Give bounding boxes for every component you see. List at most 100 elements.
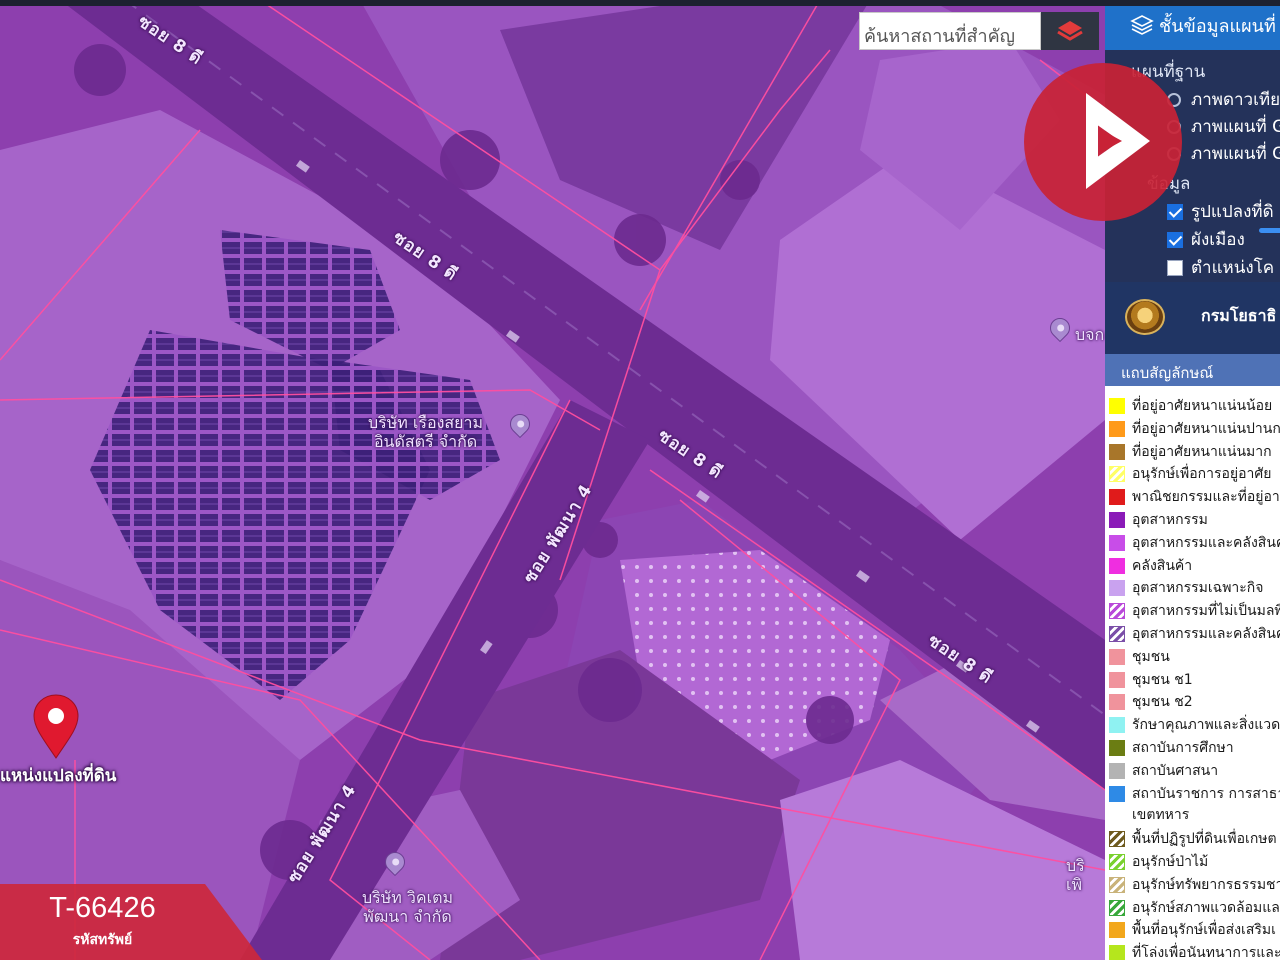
legend-swatch-icon	[1109, 762, 1125, 779]
layer-toggle[interactable]: ผังเมือง	[1167, 226, 1245, 253]
place-label[interactable]: บจก	[1075, 325, 1104, 344]
layer-toggle[interactable]: รูปแปลงที่ดิ	[1167, 198, 1274, 225]
legend-swatch-icon	[1109, 899, 1125, 916]
panel-header[interactable]: ชั้นข้อมูลแผนที่	[1105, 0, 1280, 50]
checkbox-icon[interactable]	[1167, 259, 1183, 276]
panel-title: ชั้นข้อมูลแผนที่	[1159, 15, 1276, 37]
legend-item: คลังสินค้า	[1109, 555, 1192, 577]
legend-item: อุตสาหกรรมและคลังสินค	[1109, 532, 1280, 554]
map-imagery	[0, 0, 1105, 960]
legend-label: อุตสาหกรรมเฉพาะกิจ	[1132, 580, 1264, 597]
legend-label: ที่อยู่อาศัยหนาแน่นมาก	[1132, 443, 1272, 460]
legend-label: อุตสาหกรรม	[1132, 512, 1208, 528]
legend-swatch-icon	[1109, 603, 1125, 620]
place-label[interactable]: บริ เพิ	[1066, 856, 1085, 894]
legend-item: อุตสาหกรรม	[1109, 509, 1208, 531]
legend-item: ชุมชน	[1109, 646, 1170, 668]
legend-label: ที่อยู่อาศัยหนาแน่นน้อย	[1132, 398, 1273, 414]
legend-label: อุตสาหกรรมที่ไม่เป็นมลพิ	[1132, 603, 1280, 620]
legend-item: ที่อยู่อาศัยหนาแน่นปานก	[1109, 418, 1280, 440]
legend-swatch-icon	[1109, 489, 1125, 506]
legend-swatch-icon	[1109, 785, 1125, 802]
legend-swatch-icon	[1109, 831, 1125, 848]
legend-item: อุตสาหกรรมและคลังสินค	[1109, 623, 1280, 645]
legend-label: ชุมชน ช2	[1132, 694, 1193, 711]
legend-swatch-icon	[1109, 420, 1125, 437]
place-label[interactable]: บริษัท เรืองสยาม อินดัสตรี จำกัด	[368, 413, 483, 451]
legend-label: อนุรักษ์สภาพแวดล้อมแล	[1132, 899, 1280, 916]
legend-item: อนุรักษ์ป่าไม้	[1109, 851, 1208, 873]
basemap-option[interactable]: ภาพแผนที่ G	[1167, 113, 1280, 140]
legend-swatch-icon	[1109, 876, 1125, 893]
legend-label: คลังสินค้า	[1132, 557, 1193, 574]
layers-icon	[1057, 21, 1083, 41]
legend-label: อนุรักษ์ทรัพยากรธรรมชา	[1132, 876, 1280, 893]
legend-item: พาณิชยกรรมและที่อยู่อาศั	[1109, 486, 1280, 508]
legend-swatch-icon	[1109, 671, 1125, 688]
legend-item: อุตสาหกรรมเฉพาะกิจ	[1109, 577, 1264, 599]
legend-item: สถาบันศาสนา	[1109, 760, 1218, 782]
brand-logo	[1024, 63, 1182, 221]
legend-swatch-icon	[1109, 466, 1125, 483]
legend-label: อนุรักษ์เพื่อการอยู่อาศัย	[1132, 466, 1272, 483]
legend-label: ที่อยู่อาศัยหนาแน่นปานก	[1132, 420, 1280, 437]
legend-list: ที่อยู่อาศัยหนาแน่นน้อยที่อยู่อาศัยหนาแน…	[1105, 386, 1280, 960]
legend-swatch-icon	[1109, 534, 1125, 551]
legend-swatch-icon	[1109, 626, 1125, 642]
legend-label: อนุรักษ์ป่าไม้	[1132, 854, 1209, 870]
legend-label: ชุมชน	[1132, 648, 1170, 665]
asset-code-caption: รหัสทรัพย์	[72, 932, 133, 948]
legend-swatch-icon	[1109, 854, 1125, 870]
basemap-option[interactable]: ภาพแผนที่ G	[1167, 140, 1280, 167]
opacity-slider[interactable]	[1259, 228, 1280, 233]
legend-swatch-icon	[1109, 398, 1125, 414]
legend-item: สถาบันการศึกษา	[1109, 737, 1234, 759]
legend-swatch-icon	[1109, 922, 1125, 939]
legend-swatch-icon	[1109, 580, 1125, 597]
legend-label: อุตสาหกรรมและคลังสินค	[1132, 626, 1280, 642]
legend-item: สถาบันราชการ การสาธา	[1109, 783, 1280, 805]
legend-swatch-icon	[1109, 443, 1125, 460]
legend-label: ชุมชน ช1	[1132, 671, 1193, 688]
agency-seal-icon	[1125, 299, 1165, 335]
brand-mark-icon	[1086, 93, 1150, 189]
legend-label: สถาบันศาสนา	[1132, 762, 1219, 779]
legend-item: อนุรักษ์ทรัพยากรธรรมชา	[1109, 874, 1280, 896]
checkbox-icon[interactable]	[1167, 231, 1183, 248]
legend-item: พื้นที่อนุรักษ์เพื่อส่งเสริมเ	[1109, 919, 1276, 941]
legend-label-continued: เขตทหาร	[1132, 807, 1190, 824]
legend-item: ชุมชน ช1	[1109, 669, 1193, 691]
map-canvas[interactable]: ซอย 8 ดี ซอย 8 ดี ซอย 8 ดี ซอย 8 ดี ซอย …	[0, 0, 1105, 960]
legend-item: รักษาคุณภาพและสิ่งแวดล	[1109, 714, 1280, 736]
legend-swatch-icon	[1109, 945, 1125, 960]
legend-label: พื้นที่ปฏิรูปที่ดินเพื่อเกษต	[1132, 831, 1277, 848]
legend-item: ที่อยู่อาศัยหนาแน่นมาก	[1109, 441, 1272, 463]
legend-label: พาณิชยกรรมและที่อยู่อาศั	[1132, 489, 1280, 506]
legend-item: ชุมชน ช2	[1109, 691, 1193, 713]
legend-label: พื้นที่อนุรักษ์เพื่อส่งเสริมเ	[1132, 922, 1276, 939]
legend-swatch-icon	[1109, 717, 1125, 734]
legend-swatch-icon	[1109, 557, 1125, 574]
legend-title: แถบสัญลักษณ์	[1105, 354, 1280, 386]
layers-toggle-button[interactable]	[1041, 12, 1099, 50]
search-input[interactable]: ค้นหาสถานที่สำคัญ	[859, 12, 1041, 50]
legend-label: ที่โล่งเพื่อนันทนาการและ	[1132, 945, 1280, 960]
legend-item: อุตสาหกรรมที่ไม่เป็นมลพิ	[1109, 600, 1280, 622]
legend-item: พื้นที่ปฏิรูปที่ดินเพื่อเกษต	[1109, 828, 1277, 850]
agency-header: กรมโยธาธิ	[1105, 282, 1280, 354]
legend-swatch-icon	[1109, 512, 1125, 528]
basemap-option[interactable]: ภาพดาวเทีย	[1167, 86, 1280, 113]
asset-code: T-66426	[49, 892, 156, 924]
legend-label: สถาบันการศึกษา	[1132, 740, 1234, 756]
agency-name: กรมโยธาธิ	[1201, 306, 1277, 325]
legend-swatch-icon	[1109, 694, 1125, 711]
place-label[interactable]: บริษัท วิคเตม พัฒนา จำกัด	[362, 888, 453, 926]
marker-label: แหน่งแปลงที่ดิน	[0, 766, 117, 786]
legend-swatch-icon	[1109, 740, 1125, 756]
legend-label: รักษาคุณภาพและสิ่งแวดล	[1132, 717, 1280, 734]
legend-label: สถาบันราชการ การสาธา	[1132, 785, 1280, 802]
legend-item: อนุรักษ์เพื่อการอยู่อาศัย	[1109, 463, 1271, 485]
legend-item: อนุรักษ์สภาพแวดล้อมแล	[1109, 897, 1280, 919]
legend-item: ที่อยู่อาศัยหนาแน่นน้อย	[1109, 395, 1272, 417]
layer-toggle[interactable]: ตำแหน่งโค	[1167, 254, 1274, 281]
